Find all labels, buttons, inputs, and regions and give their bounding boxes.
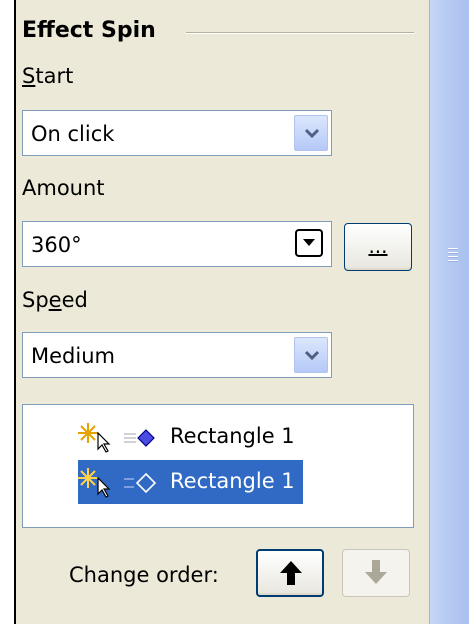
amount-options-button[interactable]: ... <box>344 223 412 271</box>
start-dropdown-button[interactable] <box>294 115 328 151</box>
move-down-button[interactable] <box>342 549 410 597</box>
speed-label-rest: ed <box>61 288 88 312</box>
click-trigger-icon <box>78 468 157 498</box>
start-label-mnemonic: S <box>22 64 36 88</box>
change-order-label: Change order: <box>69 563 219 587</box>
chevron-down-icon <box>304 128 320 139</box>
speed-dropdown[interactable]: Medium <box>22 332 332 378</box>
amount-label: Amount <box>22 176 105 200</box>
list-item[interactable]: Rectangle 1 <box>78 415 358 459</box>
amount-dropdown-button[interactable] <box>295 229 323 257</box>
chevron-down-icon <box>304 350 320 361</box>
speed-label: Speed <box>22 288 88 312</box>
list-item-label: Rectangle 1 <box>170 424 295 448</box>
start-value: On click <box>31 122 115 146</box>
start-label-rest: tart <box>35 64 74 88</box>
speed-label-mnemonic: e <box>48 288 62 312</box>
vertical-scrollbar[interactable] <box>429 0 469 624</box>
custom-animation-list[interactable]: Rectangle 1 Rectangle 1 <box>22 404 414 528</box>
section-divider <box>186 32 414 34</box>
speed-label-start: Sp <box>22 288 49 312</box>
start-label: Start <box>22 64 73 88</box>
speed-dropdown-button[interactable] <box>294 337 328 373</box>
speed-value: Medium <box>31 344 115 368</box>
start-dropdown[interactable]: On click <box>22 110 332 156</box>
section-title: Effect Spin <box>22 18 156 43</box>
click-trigger-icon <box>78 423 155 453</box>
scrollbar-grip-icon[interactable] <box>448 248 458 264</box>
arrow-up-icon <box>280 561 302 585</box>
move-up-button[interactable] <box>256 549 324 597</box>
effect-task-pane <box>14 0 431 624</box>
amount-options-label: ... <box>368 234 388 258</box>
list-item-selected[interactable]: Rectangle 1 <box>78 460 303 504</box>
spin-down-icon <box>303 239 315 246</box>
list-item-label: Rectangle 1 <box>170 469 295 493</box>
arrow-down-icon <box>365 560 387 584</box>
amount-combobox[interactable]: 360° <box>22 221 332 267</box>
amount-value[interactable]: 360° <box>31 233 82 257</box>
